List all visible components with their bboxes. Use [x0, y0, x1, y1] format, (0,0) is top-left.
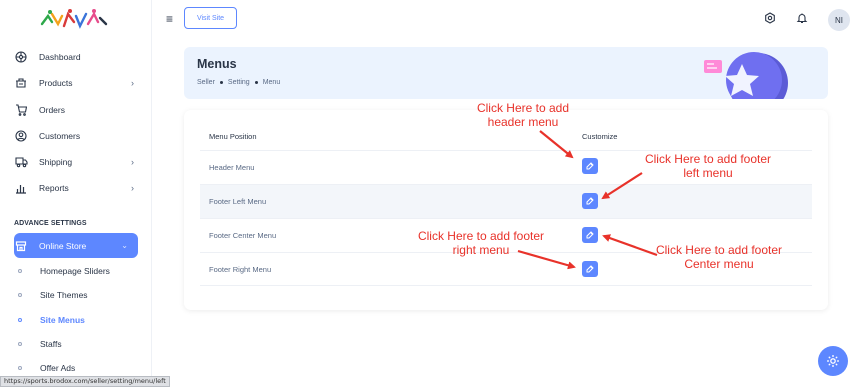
column-header-customize: Customize [582, 132, 618, 141]
edit-icon [586, 265, 594, 273]
annotation-footer-right-menu: Click Here to add footer right menu [407, 229, 555, 257]
sidebar-item-reports[interactable]: Reports › [14, 176, 138, 200]
avatar[interactable]: NI [828, 9, 850, 31]
cart-icon [14, 103, 28, 117]
sidebar-subitem-staffs[interactable]: Staffs [18, 339, 62, 349]
table-row: Footer Left Menu [200, 184, 812, 218]
edit-icon [586, 162, 594, 170]
chevron-down-icon: ⌄ [121, 241, 128, 250]
products-icon [14, 76, 28, 90]
sidebar-item-label: Online Store [39, 240, 87, 251]
sidebar-item-label: Reports [39, 183, 69, 193]
breadcrumb-separator [254, 81, 258, 84]
sidebar: Dashboard Products › Orders Customers Sh… [0, 0, 152, 387]
annotation-line: Click Here to add footer [655, 243, 783, 257]
chevron-right-icon: › [131, 183, 134, 193]
store-icon [14, 239, 28, 253]
edit-icon [586, 197, 594, 205]
visit-site-button[interactable]: Visit Site [184, 7, 237, 29]
sidebar-subitem-label: Site Menus [40, 315, 85, 325]
sidebar-item-orders[interactable]: Orders [14, 98, 138, 122]
chevron-right-icon: › [131, 78, 134, 88]
sidebar-item-products[interactable]: Products › [14, 71, 138, 95]
bullet-icon [18, 293, 22, 297]
sidebar-subitem-label: Staffs [40, 339, 62, 349]
edit-header-menu-button[interactable] [582, 158, 598, 174]
sidebar-subitem-label: Offer Ads [40, 363, 76, 373]
annotation-footer-left-menu: Click Here to add footer left menu [634, 152, 782, 180]
bar-chart-icon [14, 181, 28, 195]
bullet-icon [18, 366, 22, 370]
breadcrumb-item[interactable]: Seller [197, 79, 215, 86]
edit-footer-center-menu-button[interactable] [582, 227, 598, 243]
user-circle-icon [14, 129, 28, 143]
chevron-right-icon: › [131, 157, 134, 167]
breadcrumb-separator [219, 81, 223, 84]
edit-footer-right-menu-button[interactable] [582, 261, 598, 277]
breadcrumb-item: Menu [262, 79, 281, 86]
annotation-footer-center-menu: Click Here to add footer Center menu [645, 243, 793, 271]
sidebar-item-online-store[interactable]: Online Store ⌄ [14, 233, 138, 258]
annotation-line: right menu [452, 243, 510, 257]
annotation-line: Center menu [684, 257, 754, 271]
section-label: ADVANCE SETTINGS [14, 220, 87, 227]
sidebar-subitem-site-themes[interactable]: Site Themes [18, 290, 88, 300]
page-header-banner: Menus Seller Setting Menu [184, 47, 828, 99]
menu-position-label: Footer Left Menu [209, 197, 267, 206]
sidebar-subitem-label: Homepage Sliders [40, 266, 110, 276]
annotation-line: Click Here to add footer [417, 229, 545, 243]
annotation-line: header menu [487, 115, 559, 129]
sidebar-item-label: Dashboard [39, 52, 81, 62]
bullet-icon [18, 318, 22, 322]
bullet-icon [18, 342, 22, 346]
bell-icon[interactable] [795, 11, 809, 25]
sidebar-item-dashboard[interactable]: Dashboard [14, 45, 138, 69]
annotation-line: Click Here to add [476, 101, 570, 115]
annotation-line: Click Here to add footer [644, 152, 772, 166]
annotation-header-menu: Click Here to add header menu [467, 101, 579, 129]
column-header-menu-position: Menu Position [209, 132, 257, 141]
page-title: Menus [197, 57, 237, 71]
sidebar-item-label: Products [39, 78, 73, 88]
annotation-line: left menu [683, 166, 733, 180]
menu-position-label: Footer Center Menu [209, 231, 277, 240]
truck-icon [14, 155, 28, 169]
logo[interactable] [36, 6, 112, 34]
bullet-icon [18, 269, 22, 273]
breadcrumb: Seller Setting Menu [197, 79, 280, 86]
gear-icon [827, 355, 839, 367]
dashboard-icon [14, 50, 28, 64]
sidebar-item-label: Orders [39, 105, 65, 115]
sidebar-item-shipping[interactable]: Shipping › [14, 150, 138, 174]
menu-position-label: Footer Right Menu [209, 265, 272, 274]
sidebar-subitem-homepage-sliders[interactable]: Homepage Sliders [18, 266, 110, 276]
sidebar-item-customers[interactable]: Customers [14, 124, 138, 148]
customizer-settings-button[interactable] [818, 346, 848, 376]
hamburger-menu-icon[interactable]: ≡ [166, 12, 173, 26]
sidebar-subitem-label: Site Themes [40, 290, 88, 300]
menu-position-label: Header Menu [209, 163, 255, 172]
star-illustration-icon [704, 52, 788, 99]
settings-icon[interactable] [763, 11, 777, 25]
breadcrumb-item[interactable]: Setting [228, 79, 250, 86]
sidebar-subitem-offer-ads[interactable]: Offer Ads [18, 363, 75, 373]
sidebar-item-label: Shipping [39, 157, 73, 167]
sidebar-item-label: Customers [39, 131, 81, 141]
status-bar-url: https://sports.brodox.com/seller/setting… [0, 376, 170, 387]
edit-icon [586, 231, 594, 239]
sidebar-subitem-site-menus[interactable]: Site Menus [18, 315, 85, 325]
edit-footer-left-menu-button[interactable] [582, 193, 598, 209]
